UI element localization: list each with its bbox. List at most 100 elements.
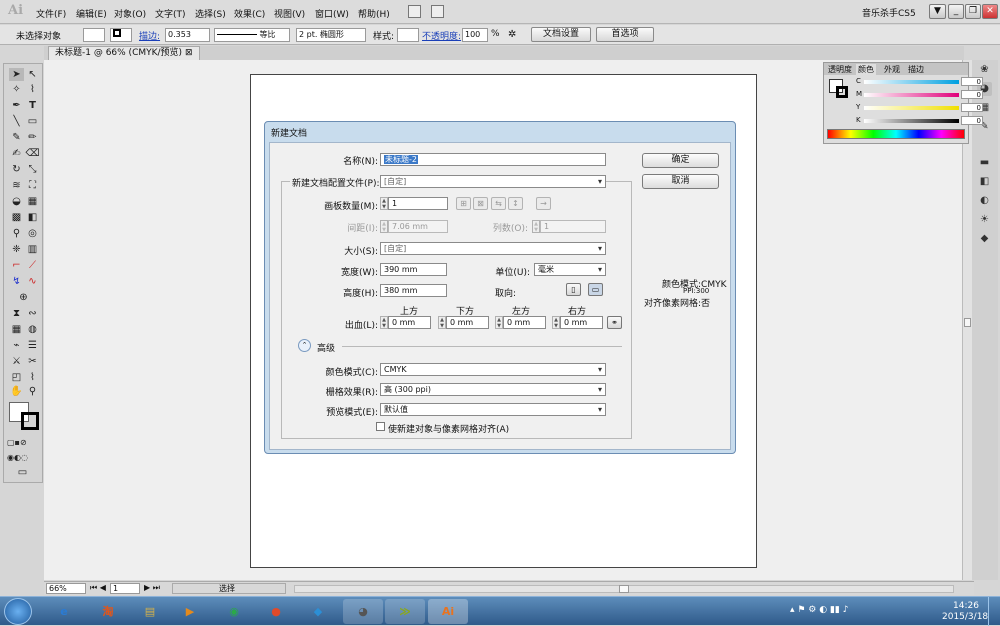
selection-tool-icon[interactable]: ➤ — [9, 68, 24, 81]
rectangle-tool-icon[interactable]: ▭ — [25, 115, 40, 128]
artboard-tool-icon[interactable]: ⌐ — [9, 259, 24, 272]
columns-field[interactable]: 1 — [540, 220, 606, 233]
ok-button[interactable]: 确定 — [642, 153, 719, 168]
taskbar-app-360-icon[interactable]: ◉ — [214, 599, 254, 624]
bleed-left-field[interactable]: 0 mm — [503, 316, 546, 329]
shape-builder-tool-icon[interactable]: ◒ — [9, 195, 24, 208]
bleed-top-spinner[interactable]: ▲ ▼ — [380, 316, 388, 329]
blend-tool-icon[interactable]: ◎ — [25, 227, 40, 240]
profile-dropdown[interactable]: [自定] — [380, 175, 606, 188]
clock-date[interactable]: 2015/3/18 — [942, 612, 988, 622]
symbol-sprayer-tool-icon[interactable]: ❈ — [9, 243, 24, 256]
columns-spinner[interactable]: ▲ ▼ — [532, 220, 540, 233]
opacity-label[interactable]: 不透明度: — [422, 29, 461, 42]
clock-time[interactable]: 14:26 — [953, 601, 979, 611]
stroke-color-swatch[interactable] — [836, 86, 848, 98]
black-value[interactable]: 0 — [961, 116, 983, 125]
hand-tool-icon[interactable]: ✋ — [9, 385, 24, 398]
pencil-tool-icon[interactable]: ✏ — [25, 131, 40, 144]
minimize-button[interactable]: _ — [948, 4, 964, 19]
tab-stroke[interactable]: 描边 — [906, 64, 926, 75]
artboards-field[interactable]: 1 — [388, 197, 448, 210]
warp-tool-icon[interactable]: ≋ — [9, 179, 24, 192]
stroke-label[interactable]: 描边: — [139, 29, 160, 42]
brush-definition[interactable]: 2 pt. 椭圆形 — [296, 28, 366, 42]
menu-file[interactable]: 文件(F) — [36, 7, 66, 20]
artboards-spinner[interactable]: ▲ ▼ — [380, 197, 388, 210]
black-slider[interactable] — [864, 119, 959, 123]
crop-tool-icon[interactable]: ◰ — [9, 371, 24, 384]
arrange-documents-icon[interactable] — [431, 5, 444, 18]
grid-tool-icon[interactable]: ▦ — [9, 323, 24, 336]
taskbar-app-media-icon[interactable]: ▶ — [170, 599, 210, 624]
width-field[interactable]: 390 mm — [380, 263, 447, 276]
pen-tool-icon[interactable]: ✒ — [9, 99, 24, 112]
eyedropper-tool-icon[interactable]: ⚲ — [9, 227, 24, 240]
bridge-icon[interactable] — [408, 5, 421, 18]
arrange-by-row-icon[interactable]: ⇆ — [491, 197, 506, 210]
taskbar-app-illustrator-icon[interactable]: Ai — [428, 599, 468, 624]
taskbar-app-chrome-icon[interactable]: ● — [256, 599, 296, 624]
reshape-tool-icon[interactable]: ∿ — [25, 275, 40, 288]
document-setup-button[interactable]: 文档设置 — [531, 27, 591, 42]
target-tool-icon[interactable]: ⊕ — [16, 291, 31, 304]
fill-swatch[interactable] — [83, 28, 105, 42]
slice-tool-icon[interactable]: ⟋ — [25, 259, 40, 272]
draw-mode-icon[interactable]: ◉◐◌ — [7, 451, 28, 464]
paintbrush-tool-icon[interactable]: ✎ — [9, 131, 24, 144]
zoom-tool-icon[interactable]: ⚲ — [25, 385, 40, 398]
size-dropdown[interactable]: [自定] — [380, 242, 606, 255]
name-field[interactable]: 未标题-2 — [380, 153, 606, 166]
scissors-tool-icon[interactable]: ✂ — [25, 355, 40, 368]
yellow-value[interactable]: 0 — [961, 103, 983, 112]
tab-appearance[interactable]: 外观 — [882, 64, 902, 75]
close-button[interactable]: ✕ — [982, 4, 998, 19]
list-tool-icon[interactable]: ☰ — [25, 339, 40, 352]
horizontal-scrollbar[interactable] — [294, 585, 954, 593]
taskbar-app-player-icon[interactable]: ◕ — [343, 599, 383, 624]
bleed-bottom-spinner[interactable]: ▲ ▼ — [438, 316, 446, 329]
bleed-right-field[interactable]: 0 mm — [560, 316, 603, 329]
advanced-collapse-icon[interactable]: ⌃ — [298, 339, 311, 352]
tab-color[interactable]: 颜色 — [856, 64, 876, 75]
taskbar-app-taobao-icon[interactable]: 淘 — [88, 599, 128, 624]
menu-window[interactable]: 窗口(W) — [315, 7, 349, 20]
menu-edit[interactable]: 编辑(E) — [76, 7, 107, 20]
scale-tool-icon[interactable]: ⤡ — [25, 163, 40, 176]
variable-width-profile[interactable]: 等比 — [214, 28, 290, 42]
spacing-spinner[interactable]: ▲ ▼ — [380, 220, 388, 233]
wave-tool-icon[interactable]: ∾ — [25, 307, 40, 320]
restore-button[interactable]: ❐ — [965, 4, 981, 19]
hourglass-tool-icon[interactable]: ⧗ — [9, 307, 24, 320]
zoom-dropdown[interactable]: 66% — [46, 583, 86, 594]
stroke-swatch[interactable] — [110, 28, 132, 42]
stroke-panel-icon[interactable]: ▬ — [977, 156, 992, 170]
menu-type[interactable]: 文字(T) — [155, 7, 186, 20]
start-button-icon[interactable] — [4, 598, 32, 625]
perspective-grid-tool-icon[interactable]: ▦ — [25, 195, 40, 208]
menu-effect[interactable]: 效果(C) — [234, 7, 265, 20]
next-artboard-icon[interactable]: ▶ ⏭ — [144, 583, 160, 593]
color-spectrum[interactable] — [827, 129, 965, 139]
color-mode-icon[interactable]: ▢▪⊘ — [7, 436, 27, 449]
portrait-orientation-icon[interactable]: ▯ — [566, 283, 581, 296]
taskbar-app-qq-icon[interactable]: ◆ — [298, 599, 338, 624]
cancel-button[interactable]: 取消 — [642, 174, 719, 189]
bleed-bottom-field[interactable]: 0 mm — [446, 316, 489, 329]
tray-icons[interactable]: ▴ ⚑ ⚙ ◐ ▮▮ ♪ — [790, 605, 848, 615]
width-tool-icon[interactable]: ↯ — [9, 275, 24, 288]
bleed-link-icon[interactable]: ⚭ — [607, 316, 622, 329]
bleed-left-spinner[interactable]: ▲ ▼ — [495, 316, 503, 329]
spacing-field[interactable]: 7.06 mm — [388, 220, 448, 233]
grid-by-column-icon[interactable]: ⊠ — [473, 197, 488, 210]
lasso-tool-icon[interactable]: ⌇ — [25, 83, 40, 96]
menu-help[interactable]: 帮助(H) — [358, 7, 390, 20]
menu-select[interactable]: 选择(S) — [195, 7, 226, 20]
rotate-tool-icon[interactable]: ↻ — [9, 163, 24, 176]
cyan-value[interactable]: 0 — [961, 77, 983, 86]
polar-grid-tool-icon[interactable]: ◍ — [25, 323, 40, 336]
yellow-slider[interactable] — [864, 106, 959, 110]
line-tool-icon[interactable]: ╲ — [9, 115, 24, 128]
raster-effects-dropdown[interactable]: 高 (300 ppi) — [380, 383, 606, 396]
magenta-value[interactable]: 0 — [961, 90, 983, 99]
